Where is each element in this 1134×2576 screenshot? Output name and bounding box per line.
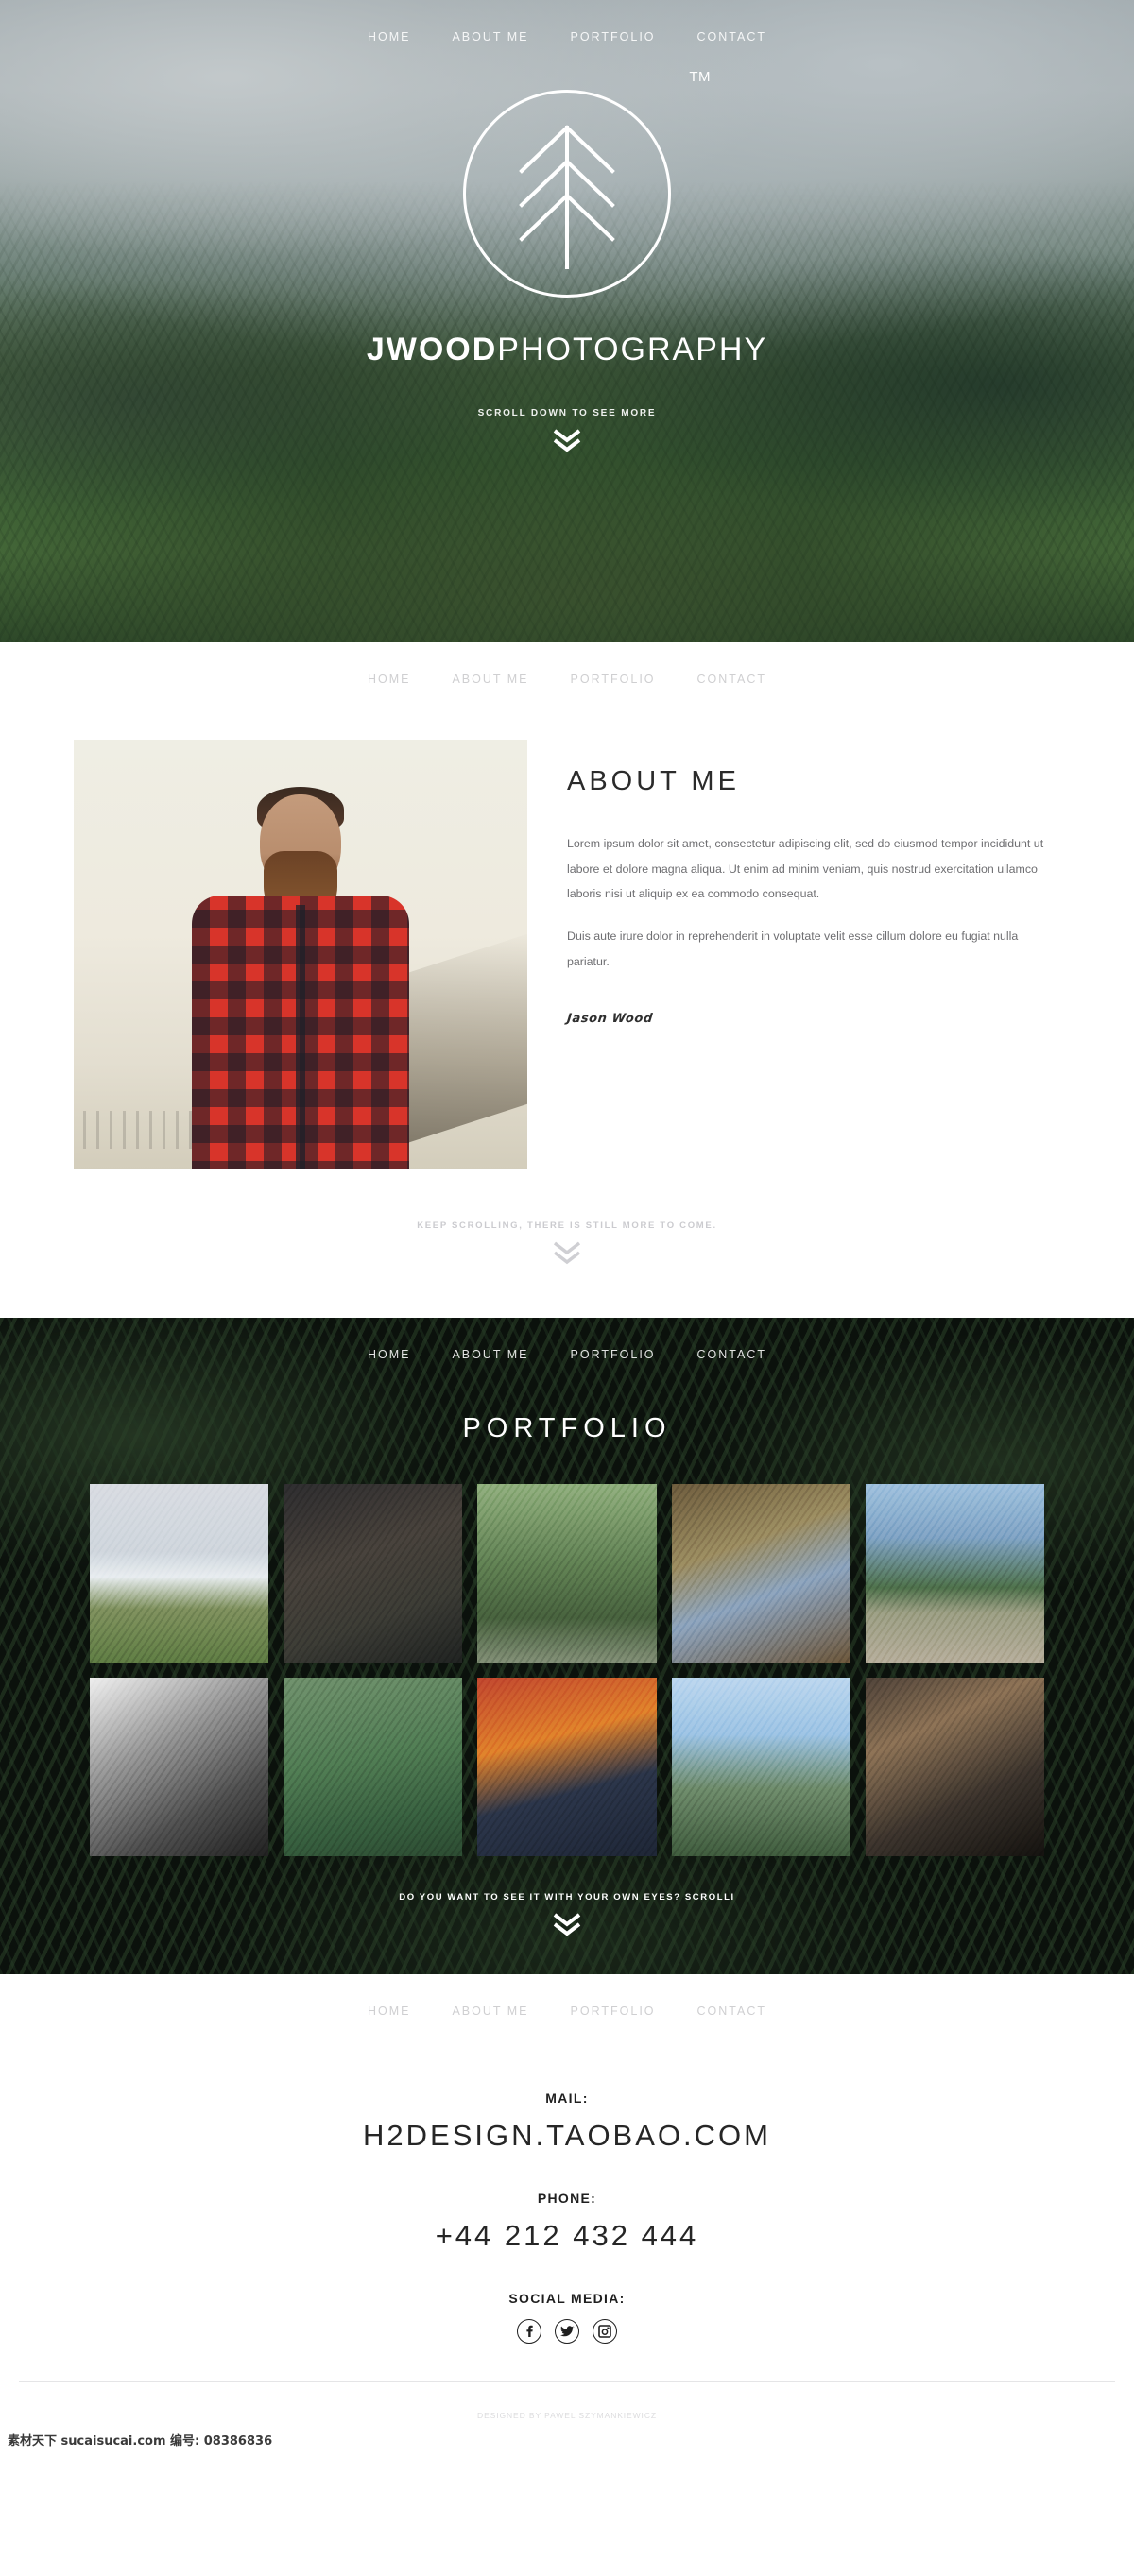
nav-contact[interactable]: CONTACT xyxy=(697,673,767,686)
portfolio-thumb-man-cap[interactable] xyxy=(477,1678,657,1857)
phone-value[interactable]: +44 212 432 444 xyxy=(0,2219,1134,2253)
hero-section: HOME ABOUT ME PORTFOLIO CONTACT TM JWOOD… xyxy=(0,0,1134,642)
nav-divider xyxy=(57,1371,1077,1372)
portfolio-thumb-hills-clouds[interactable] xyxy=(90,1484,269,1663)
mail-label: MAIL: xyxy=(545,2090,589,2107)
portfolio-thumb-mountain-lake-dock[interactable] xyxy=(865,1484,1044,1663)
logo-circle-ring xyxy=(463,90,671,298)
social-media-label: SOCIAL MEDIA: xyxy=(508,2291,626,2307)
primary-navigation-about[interactable]: HOME ABOUT ME PORTFOLIO CONTACT xyxy=(0,642,1134,695)
author-signature: Jason Wood xyxy=(566,1012,654,1027)
double-chevron-down-icon[interactable] xyxy=(551,1912,583,1936)
nav-about-me[interactable]: ABOUT ME xyxy=(452,2005,528,2018)
brand-name-bold: JWOOD xyxy=(366,332,498,367)
portfolio-thumb-forest-bridge[interactable] xyxy=(477,1484,657,1663)
primary-navigation-hero[interactable]: HOME ABOUT ME PORTFOLIO CONTACT xyxy=(0,0,1134,53)
mail-value[interactable]: H2DESIGN.TAOBAO.COM xyxy=(0,2119,1134,2153)
about-text-column: ABOUT ME Lorem ipsum dolor sit amet, con… xyxy=(566,740,1060,1169)
about-scroll-cue[interactable]: KEEP SCROLLING, THERE IS STILL MORE TO C… xyxy=(0,1169,1134,1308)
social-media-links xyxy=(0,2319,1134,2345)
portfolio-section: HOME ABOUT ME PORTFOLIO CONTACT PORTFOLI… xyxy=(0,1318,1134,1975)
about-paragraph-1: Lorem ipsum dolor sit amet, consectetur … xyxy=(567,837,1044,901)
about-scroll-cue-text: KEEP SCROLLING, THERE IS STILL MORE TO C… xyxy=(417,1220,717,1231)
nav-divider xyxy=(57,695,1077,696)
nav-portfolio[interactable]: PORTFOLIO xyxy=(571,30,656,43)
nav-contact[interactable]: CONTACT xyxy=(697,30,767,43)
double-chevron-down-icon[interactable] xyxy=(551,1240,583,1265)
nav-home[interactable]: HOME xyxy=(368,673,411,686)
hero-scroll-cue-text: SCROLL DOWN TO SEE MORE xyxy=(477,408,657,418)
portfolio-scroll-cue-text: DO YOU WANT TO SEE IT WITH YOUR OWN EYES… xyxy=(399,1892,735,1903)
nav-portfolio[interactable]: PORTFOLIO xyxy=(571,673,656,686)
nav-home[interactable]: HOME xyxy=(368,2005,411,2018)
primary-navigation-contact[interactable]: HOME ABOUT ME PORTFOLIO CONTACT xyxy=(0,1974,1134,2027)
about-portrait-photo xyxy=(74,740,527,1169)
nav-about-me[interactable]: ABOUT ME xyxy=(452,1348,528,1361)
instagram-icon[interactable] xyxy=(593,2319,617,2345)
footer-credit: DESIGNED BY PAWEL SZYMANKIEWICZ xyxy=(477,2411,657,2421)
nav-about-me[interactable]: ABOUT ME xyxy=(452,673,528,686)
about-paragraph-2: Duis aute irure dolor in reprehenderit i… xyxy=(567,930,1019,968)
double-chevron-down-icon[interactable] xyxy=(551,428,583,452)
nav-home[interactable]: HOME xyxy=(368,1348,411,1361)
brand-logo: TM xyxy=(463,69,711,298)
portfolio-thumb-bearded-man[interactable] xyxy=(865,1678,1044,1857)
contact-section: HOME ABOUT ME PORTFOLIO CONTACT MAIL: H2… xyxy=(0,1974,1134,2382)
portfolio-thumb-mountains-forest[interactable] xyxy=(671,1678,850,1857)
phone-label: PHONE: xyxy=(537,2191,597,2207)
nav-contact[interactable]: CONTACT xyxy=(697,2005,767,2018)
portfolio-thumb-woman-hat[interactable] xyxy=(284,1484,463,1663)
facebook-icon[interactable] xyxy=(517,2319,541,2345)
nav-contact[interactable]: CONTACT xyxy=(697,1348,767,1361)
nav-about-me[interactable]: ABOUT ME xyxy=(452,30,528,43)
nav-portfolio[interactable]: PORTFOLIO xyxy=(571,2005,656,2018)
primary-navigation-portfolio[interactable]: HOME ABOUT ME PORTFOLIO CONTACT xyxy=(0,1318,1134,1371)
nav-home[interactable]: HOME xyxy=(368,30,411,43)
twitter-icon[interactable] xyxy=(555,2319,579,2345)
about-section: HOME ABOUT ME PORTFOLIO CONTACT ABOUT ME… xyxy=(0,642,1134,1318)
portfolio-grid xyxy=(90,1484,1044,1857)
portfolio-thumb-couple-bw[interactable] xyxy=(90,1678,269,1857)
brand-wordmark: JWOODPHOTOGRAPHY xyxy=(0,332,1134,368)
nav-portfolio[interactable]: PORTFOLIO xyxy=(571,1348,656,1361)
portfolio-scroll-cue[interactable]: DO YOU WANT TO SEE IT WITH YOUR OWN EYES… xyxy=(0,1856,1134,1950)
hero-scroll-cue[interactable]: SCROLL DOWN TO SEE MORE xyxy=(0,408,1134,452)
portfolio-title: PORTFOLIO xyxy=(462,1413,672,1443)
page-footer: DESIGNED BY PAWEL SZYMANKIEWICZ 素材天下 suc… xyxy=(0,2381,1134,2457)
nav-divider xyxy=(57,53,1077,54)
portfolio-thumb-boots-sitting[interactable] xyxy=(671,1484,850,1663)
stock-site-watermark: 素材天下 sucaisucai.com 编号: 08386836 xyxy=(8,2434,273,2449)
portfolio-thumb-succulents[interactable] xyxy=(284,1678,463,1857)
page-root: HOME ABOUT ME PORTFOLIO CONTACT TM JWOOD… xyxy=(0,0,1134,2457)
page-title: ABOUT ME xyxy=(567,766,740,796)
trademark-mark: TM xyxy=(689,69,711,85)
brand-name-light: PHOTOGRAPHY xyxy=(497,332,768,367)
